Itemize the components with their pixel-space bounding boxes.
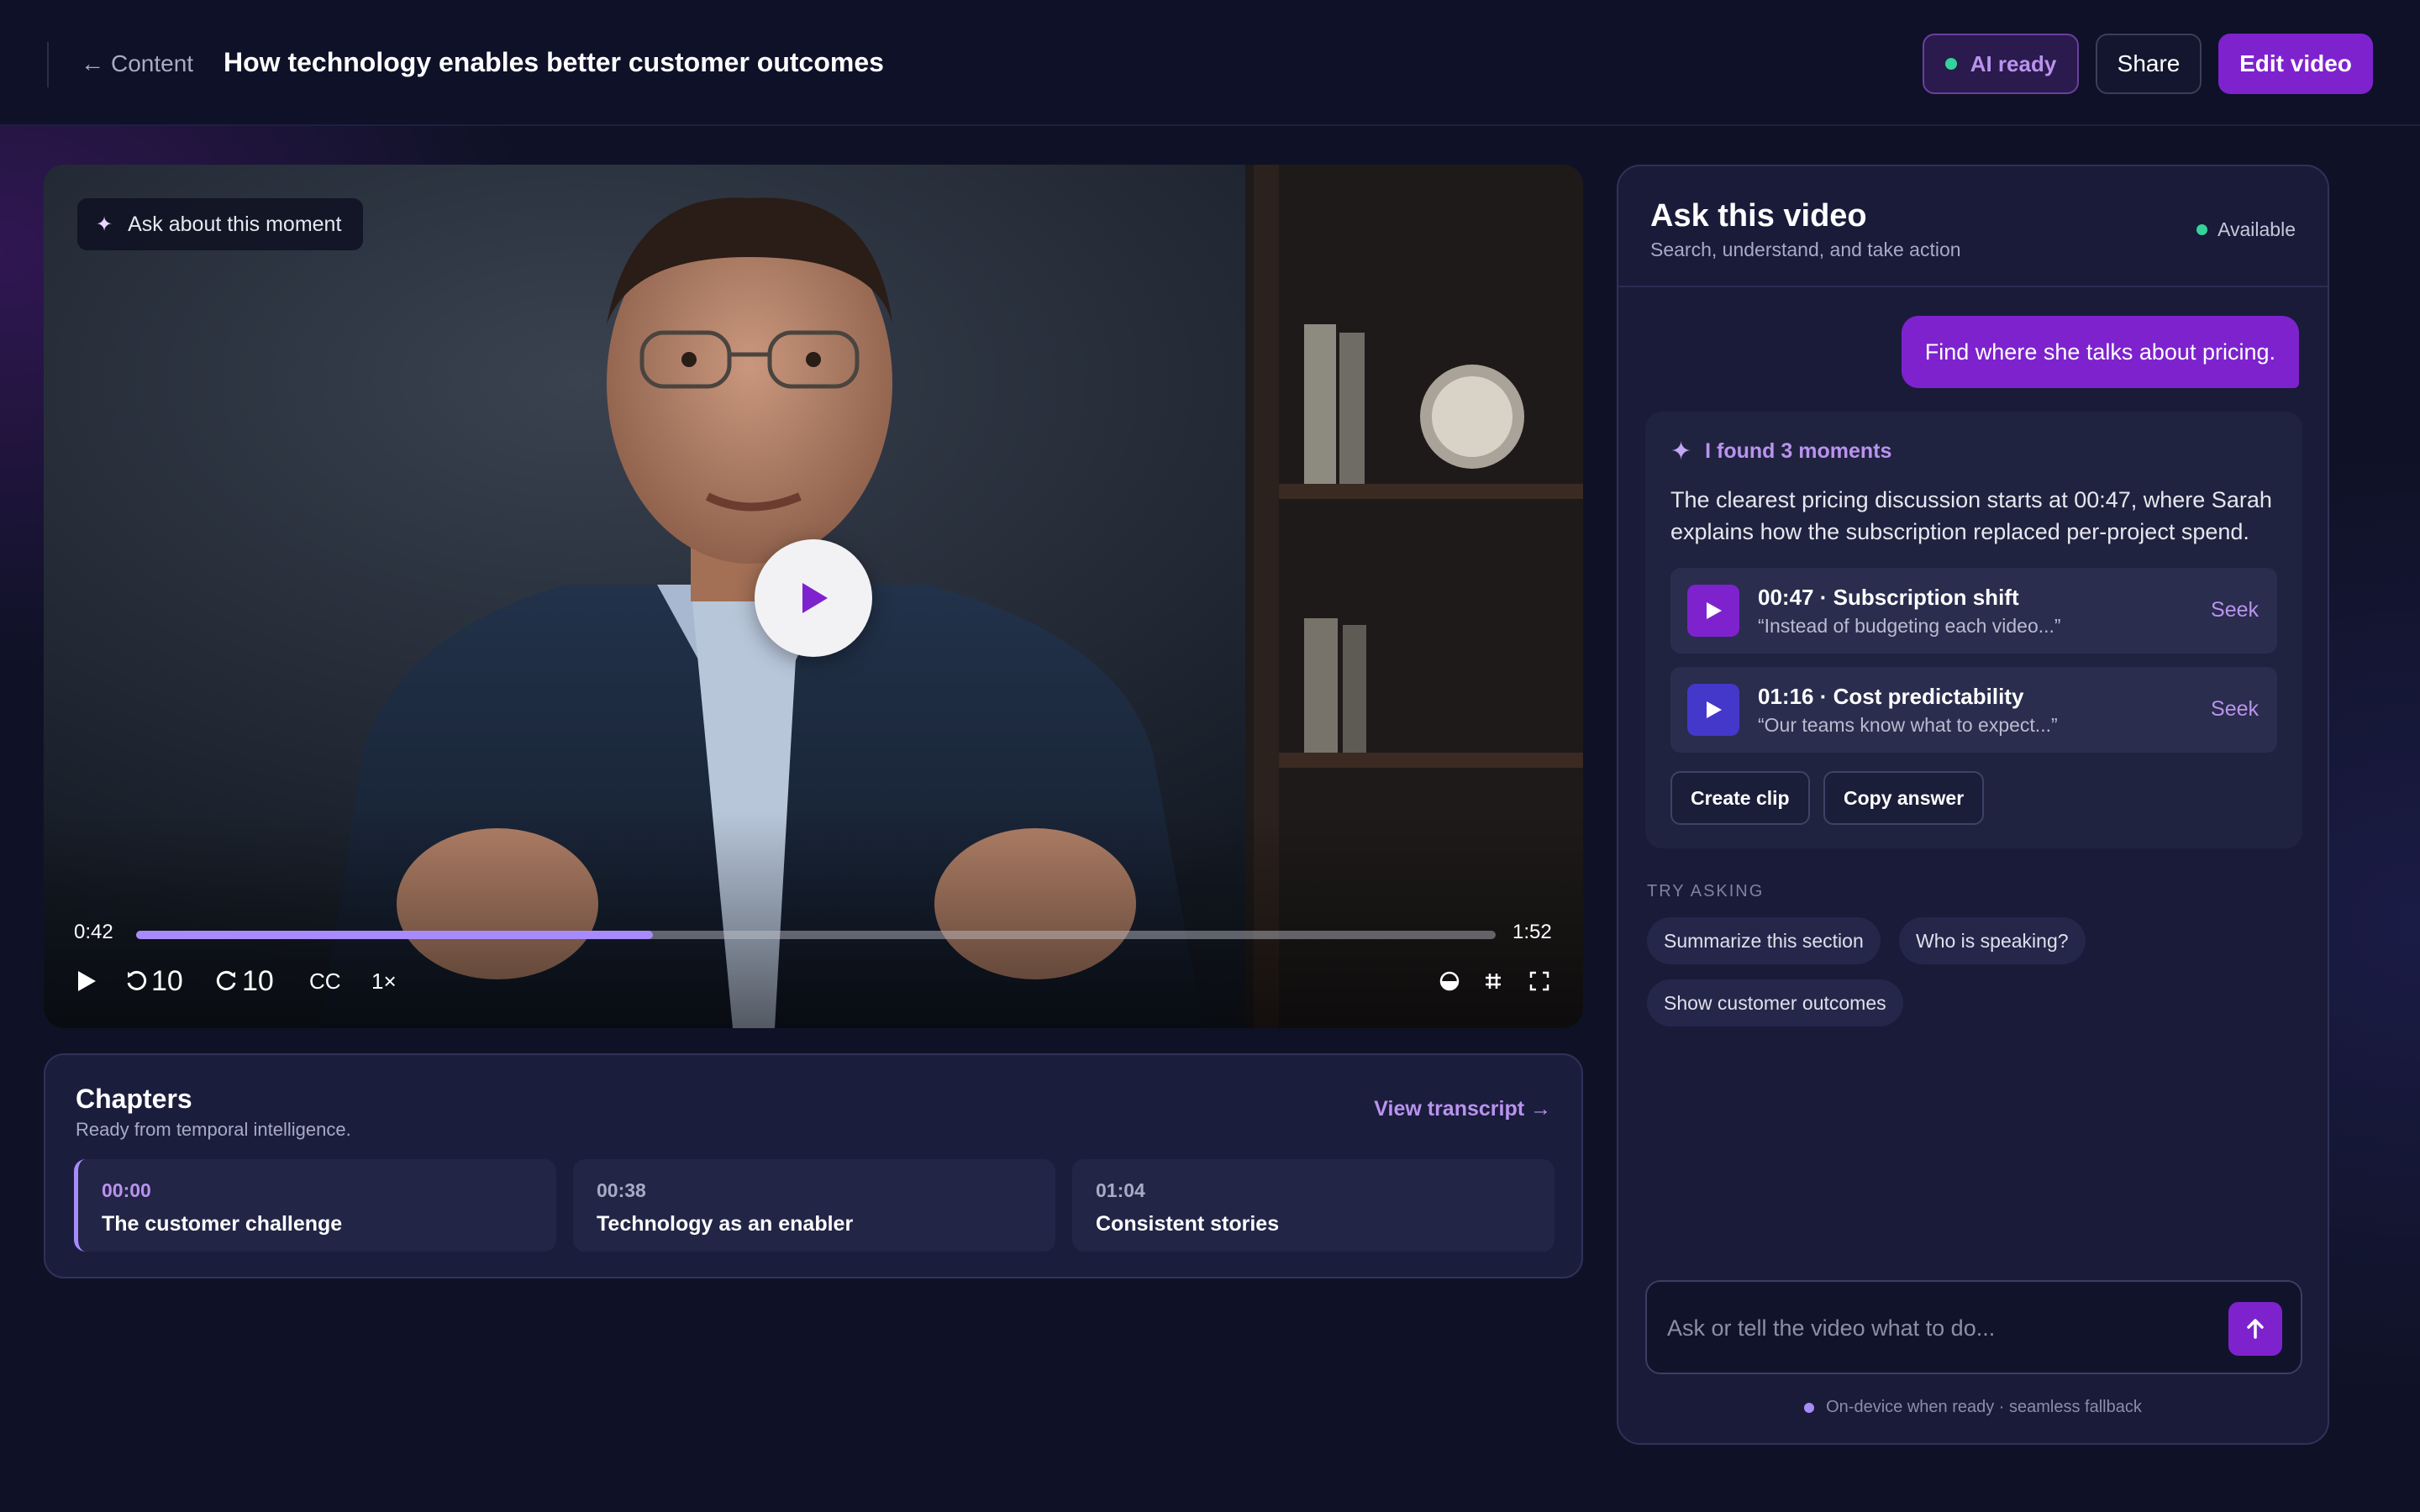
status-dot-icon bbox=[2196, 224, 2208, 235]
chapter-title: Technology as an enabler bbox=[597, 1212, 854, 1236]
copy-answer-button[interactable]: Copy answer bbox=[1823, 771, 1985, 825]
user-message-bubble: Find where she talks about pricing. bbox=[1901, 316, 2299, 388]
fullscreen-button[interactable] bbox=[1529, 964, 1549, 998]
play-icon bbox=[1707, 602, 1722, 619]
video-player[interactable]: ✦ Ask about this moment 0:42 1:52 10 10 … bbox=[44, 165, 1583, 1028]
suggestion-chip[interactable]: Who is speaking? bbox=[1899, 917, 2086, 964]
moment-result[interactable]: 01:16 · Cost predictability “Our teams k… bbox=[1670, 667, 2277, 753]
seek-button[interactable]: Seek bbox=[2211, 598, 2259, 622]
status-dot-icon bbox=[1944, 58, 1957, 70]
current-time: 0:42 bbox=[74, 921, 113, 943]
page-title: How technology enables better customer o… bbox=[224, 47, 884, 77]
contrast-icon bbox=[1439, 971, 1460, 991]
chapter-time: 00:00 bbox=[102, 1179, 151, 1201]
play-small-icon bbox=[78, 971, 96, 991]
forward-icon bbox=[216, 970, 236, 990]
ask-video-panel: Ask this video Search, understand, and t… bbox=[1617, 165, 2329, 1445]
duration-time: 1:52 bbox=[1512, 921, 1552, 943]
status-dot-icon bbox=[1804, 1402, 1815, 1413]
rewind-10-button[interactable]: 10 bbox=[124, 964, 183, 998]
progress-bar[interactable] bbox=[136, 931, 1496, 939]
back-link-label: Content bbox=[111, 50, 194, 76]
forward-label: 10 bbox=[242, 964, 274, 997]
ask-moment-label: Ask about this moment bbox=[128, 212, 342, 236]
chapter-title: Consistent stories bbox=[1096, 1212, 1280, 1236]
chapter-item[interactable]: 00:00 The customer challenge bbox=[74, 1159, 556, 1252]
availability-status: Available bbox=[2196, 218, 2296, 241]
sparkle-icon: ✦ bbox=[1670, 438, 1692, 465]
moment-title: 00:47 · Subscription shift bbox=[1758, 585, 2019, 610]
moment-play-button[interactable] bbox=[1687, 585, 1739, 637]
suggestion-chip[interactable]: Show customer outcomes bbox=[1647, 979, 1903, 1026]
edit-video-button[interactable]: Edit video bbox=[2218, 34, 2373, 94]
share-button[interactable]: Share bbox=[2096, 34, 2202, 94]
grid-button[interactable] bbox=[1484, 964, 1502, 998]
chapters-panel: Chapters Ready from temporal intelligenc… bbox=[44, 1053, 1583, 1278]
sparkle-icon: ✦ bbox=[96, 213, 113, 236]
seek-button[interactable]: Seek bbox=[2211, 697, 2259, 722]
fullscreen-icon bbox=[1529, 971, 1549, 991]
ask-panel-title: Ask this video bbox=[1650, 198, 1867, 234]
speed-button[interactable]: 1× bbox=[371, 964, 397, 998]
answer-heading: ✦ I found 3 moments bbox=[1670, 437, 1891, 466]
play-icon bbox=[1707, 701, 1722, 718]
rewind-label: 10 bbox=[151, 964, 183, 997]
send-button[interactable] bbox=[2228, 1302, 2282, 1356]
ai-answer-card: ✦ I found 3 moments The clearest pricing… bbox=[1645, 412, 2302, 848]
moment-quote: “Our teams know what to expect...” bbox=[1758, 714, 2058, 736]
forward-10-button[interactable]: 10 bbox=[215, 964, 274, 998]
moment-quote: “Instead of budgeting each video...” bbox=[1758, 615, 2061, 637]
play-icon bbox=[802, 583, 828, 613]
play-button[interactable] bbox=[76, 964, 97, 998]
chapter-item[interactable]: 01:04 Consistent stories bbox=[1072, 1159, 1555, 1252]
progress-fill bbox=[136, 931, 653, 939]
chapter-title: The customer challenge bbox=[102, 1212, 343, 1236]
big-play-button[interactable] bbox=[755, 539, 872, 657]
ai-badge-label: AI ready bbox=[1970, 50, 2057, 76]
ask-input-box[interactable] bbox=[1645, 1280, 2302, 1374]
arrow-up-icon bbox=[2247, 1319, 2264, 1339]
ask-panel-subtitle: Search, understand, and take action bbox=[1650, 239, 1961, 260]
arrow-left-icon: ← bbox=[81, 50, 104, 76]
hash-grid-icon bbox=[1486, 974, 1501, 989]
view-transcript-link[interactable]: View transcript → bbox=[1374, 1097, 1551, 1121]
back-to-content-link[interactable]: ← Content bbox=[81, 49, 193, 79]
create-clip-button[interactable]: Create clip bbox=[1670, 771, 1810, 825]
chapters-subtitle: Ready from temporal intelligence. bbox=[76, 1119, 351, 1140]
top-header: ← Content How technology enables better … bbox=[0, 0, 2420, 126]
captions-button[interactable]: CC bbox=[309, 964, 341, 998]
chapter-time: 01:04 bbox=[1096, 1179, 1145, 1201]
moment-title: 01:16 · Cost predictability bbox=[1758, 684, 2024, 709]
ai-ready-badge[interactable]: AI ready bbox=[1923, 34, 2079, 94]
availability-label: Available bbox=[2217, 218, 2296, 240]
chapter-item[interactable]: 00:38 Technology as an enabler bbox=[573, 1159, 1055, 1252]
chapters-title: Chapters bbox=[76, 1084, 192, 1114]
moment-play-button[interactable] bbox=[1687, 684, 1739, 736]
answer-heading-label: I found 3 moments bbox=[1705, 439, 1892, 463]
contrast-button[interactable] bbox=[1439, 964, 1460, 998]
ask-about-moment-button[interactable]: ✦ Ask about this moment bbox=[77, 198, 364, 250]
ask-panel-header: Ask this video Search, understand, and t… bbox=[1618, 166, 2328, 287]
ask-input[interactable] bbox=[1667, 1307, 2205, 1349]
footnote: On-device when ready · seamless fallback bbox=[1618, 1398, 2328, 1417]
rewind-icon bbox=[127, 970, 147, 990]
try-asking-label: TRY ASKING bbox=[1647, 882, 1765, 900]
suggestion-chip[interactable]: Summarize this section bbox=[1647, 917, 1881, 964]
footnote-text: On-device when ready · seamless fallback bbox=[1826, 1398, 2142, 1416]
header-divider bbox=[47, 42, 49, 87]
chapter-time: 00:38 bbox=[597, 1179, 646, 1201]
answer-text: The clearest pricing discussion starts a… bbox=[1670, 487, 2272, 544]
moment-result[interactable]: 00:47 · Subscription shift “Instead of b… bbox=[1670, 568, 2277, 654]
